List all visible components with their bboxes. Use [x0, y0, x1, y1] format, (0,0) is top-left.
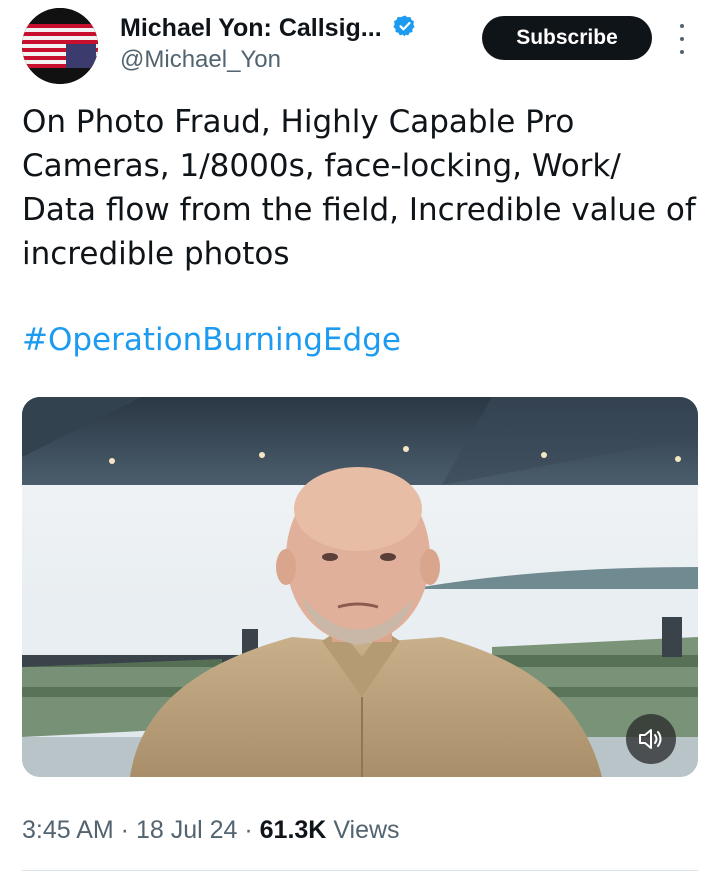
tweet-date[interactable]: 18 Jul 24: [136, 816, 237, 844]
video-player[interactable]: [22, 397, 698, 777]
views-count: 61.3K: [259, 816, 327, 844]
meta-separator: ·: [113, 816, 136, 844]
tweet-header: Michael Yon: Callsig... @Michael_Yon Sub…: [22, 8, 698, 84]
more-vertical-icon[interactable]: [672, 24, 692, 54]
video-frame: [22, 397, 698, 777]
speaker-icon[interactable]: [626, 714, 676, 764]
tweet-metadata: 3:45 AM · 18 Jul 24 · 61.3K Views: [22, 816, 400, 845]
author-name-text: Michael Yon: Callsig...: [120, 14, 382, 43]
author-name[interactable]: Michael Yon: Callsig...: [120, 14, 417, 45]
verified-badge-icon: [392, 14, 417, 45]
tweet-time[interactable]: 3:45 AM: [22, 816, 114, 844]
meta-separator: ·: [237, 816, 260, 844]
views-label: Views: [333, 816, 400, 844]
subscribe-button[interactable]: Subscribe: [482, 16, 652, 60]
author-handle[interactable]: @Michael_Yon: [120, 46, 281, 74]
tweet-text: On Photo Fraud, Highly Capable Pro Camer…: [22, 104, 696, 272]
divider: [22, 870, 698, 871]
flag-avatar-icon[interactable]: [22, 8, 98, 84]
hashtag-link[interactable]: #OperationBurningEdge: [22, 318, 401, 362]
